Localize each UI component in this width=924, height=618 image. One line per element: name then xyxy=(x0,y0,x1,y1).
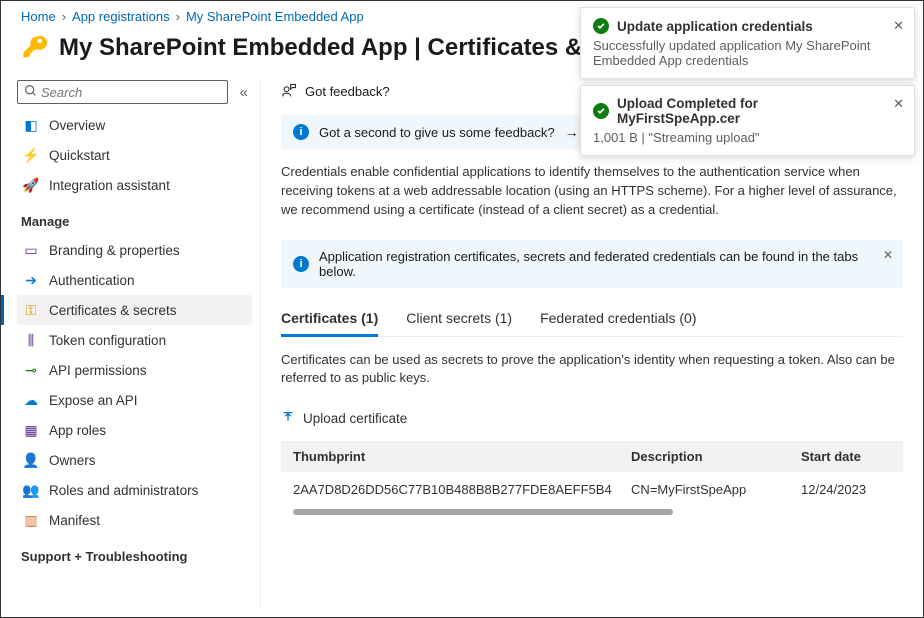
upload-label: Upload certificate xyxy=(303,411,407,426)
column-thumbprint: Thumbprint xyxy=(293,449,631,464)
table-row[interactable]: 2AA7D8D26DD56C77B10B488B8B277FDE8AEFF5B4… xyxy=(281,472,903,507)
info-icon: i xyxy=(293,124,309,140)
sidebar-group-manage: Manage xyxy=(17,206,252,235)
tab[interactable]: Certificates (1) xyxy=(281,302,378,337)
tab[interactable]: Federated credentials (0) xyxy=(540,302,696,336)
sidebar-item-icon: ▭ xyxy=(23,242,39,258)
sidebar-item-label: Token configuration xyxy=(49,333,166,348)
toast-body: Successfully updated application My Shar… xyxy=(593,38,882,68)
sidebar-item-icon: ⚡ xyxy=(23,147,39,163)
sidebar-item[interactable]: ⚡ Quickstart xyxy=(17,140,252,170)
sidebar-item-label: Manifest xyxy=(49,513,100,528)
certificates-description: Certificates can be used as secrets to p… xyxy=(281,351,903,389)
tabs-hint-text: Application registration certificates, s… xyxy=(319,249,891,279)
feedback-banner-text: Got a second to give us some feedback? xyxy=(319,125,555,140)
upload-certificate-button[interactable]: Upload certificate xyxy=(281,404,407,441)
sidebar-group-support: Support + Troubleshooting xyxy=(17,541,252,570)
sidebar-item-label: Authentication xyxy=(49,273,135,288)
close-icon[interactable]: ✕ xyxy=(883,248,893,262)
sidebar-item-icon: ⊸ xyxy=(23,362,39,378)
sidebar-item-label: API permissions xyxy=(49,363,147,378)
search-field[interactable] xyxy=(41,85,221,100)
sidebar-item[interactable]: 👥 Roles and administrators xyxy=(17,475,252,505)
column-description: Description xyxy=(631,449,801,464)
sidebar-item[interactable]: ▦ App roles xyxy=(17,415,252,445)
breadcrumb-link[interactable]: My SharePoint Embedded App xyxy=(186,9,364,24)
sidebar-item-icon: 👥 xyxy=(23,482,39,498)
sidebar-item[interactable]: 🚀 Integration assistant xyxy=(17,170,252,200)
sidebar-item-icon: ◧ xyxy=(23,117,39,133)
feedback-label: Got feedback? xyxy=(305,84,390,99)
column-start-date: Start date xyxy=(801,449,891,464)
sidebar-item[interactable]: ▭ Branding & properties xyxy=(17,235,252,265)
sidebar-item-icon: 🚀 xyxy=(23,177,39,193)
certificates-table: Thumbprint Description Start date 2AA7D8… xyxy=(281,441,903,515)
info-icon: i xyxy=(293,256,309,272)
sidebar-item-icon: 👤 xyxy=(23,452,39,468)
main-content: Got feedback? i Got a second to give us … xyxy=(261,80,923,606)
sidebar-item-icon: ⚿ xyxy=(23,302,39,318)
toast-title: Upload Completed for MyFirstSpeApp.cer xyxy=(617,96,882,126)
toast-title: Update application credentials xyxy=(617,19,813,34)
sidebar-item[interactable]: 👤 Owners xyxy=(17,445,252,475)
horizontal-scrollbar[interactable] xyxy=(293,509,673,515)
sidebar-item-label: Expose an API xyxy=(49,393,138,408)
chevron-right-icon: › xyxy=(176,9,180,24)
breadcrumb-link[interactable]: Home xyxy=(21,9,56,24)
key-icon xyxy=(21,34,49,62)
cell-description: CN=MyFirstSpeApp xyxy=(631,482,801,497)
toast-stack: ✕ Update application credentials Successfu… xyxy=(580,7,915,156)
chevron-right-icon: › xyxy=(62,9,66,24)
sidebar-item-label: Owners xyxy=(49,453,96,468)
tabs: Certificates (1) Client secrets (1) Federa… xyxy=(281,302,903,337)
tabs-hint-banner: i Application registration certificates,… xyxy=(281,240,903,288)
sidebar-item[interactable]: ▥ Manifest xyxy=(17,505,252,535)
sidebar-item[interactable]: ➔ Authentication xyxy=(17,265,252,295)
toast: ✕ Update application credentials Successfu… xyxy=(580,7,915,79)
sidebar-item-icon: ➔ xyxy=(23,272,39,288)
arrow-right-icon[interactable]: → xyxy=(565,124,579,140)
sidebar-item[interactable]: ☁ Expose an API xyxy=(17,385,252,415)
success-check-icon xyxy=(593,103,609,119)
sidebar-item[interactable]: ◧ Overview xyxy=(17,110,252,140)
tab[interactable]: Client secrets (1) xyxy=(406,302,512,336)
breadcrumb-link[interactable]: App registrations xyxy=(72,9,170,24)
toast-body: 1,001 B | "Streaming upload" xyxy=(593,130,882,145)
sidebar-item-icon: ▦ xyxy=(23,422,39,438)
sidebar: « ◧ Overview ⚡ Quickstart 🚀 Integration assis… xyxy=(1,80,261,606)
cell-thumbprint: 2AA7D8D26DD56C77B10B488B8B277FDE8AEFF5B4 xyxy=(293,482,631,497)
sidebar-item-label: Integration assistant xyxy=(49,178,170,193)
sidebar-item-icon: ⫼ xyxy=(23,332,39,348)
sidebar-item[interactable]: ⫼ Token configuration xyxy=(17,325,252,355)
credentials-description: Credentials enable confidential applicat… xyxy=(281,163,903,220)
sidebar-item[interactable]: ⊸ API permissions xyxy=(17,355,252,385)
sidebar-item-icon: ▥ xyxy=(23,512,39,528)
sidebar-item-icon: ☁ xyxy=(23,392,39,408)
sidebar-item-label: Overview xyxy=(49,118,105,133)
close-icon[interactable]: ✕ xyxy=(893,18,904,34)
collapse-sidebar-icon[interactable]: « xyxy=(236,84,252,101)
cell-start-date: 12/24/2023 xyxy=(801,482,891,497)
person-feedback-icon xyxy=(281,82,297,101)
close-icon[interactable]: ✕ xyxy=(893,96,904,112)
search-input[interactable] xyxy=(17,80,228,104)
toast: ✕ Upload Completed for MyFirstSpeApp.cer 1… xyxy=(580,85,915,156)
sidebar-item-label: Roles and administrators xyxy=(49,483,198,498)
upload-icon xyxy=(281,410,295,427)
success-check-icon xyxy=(593,18,609,34)
sidebar-item-label: Certificates & secrets xyxy=(49,303,177,318)
search-icon xyxy=(24,84,37,100)
sidebar-item[interactable]: ⚿ Certificates & secrets xyxy=(17,295,252,325)
sidebar-item-label: Branding & properties xyxy=(49,243,180,258)
sidebar-item-label: Quickstart xyxy=(49,148,110,163)
sidebar-item-label: App roles xyxy=(49,423,106,438)
